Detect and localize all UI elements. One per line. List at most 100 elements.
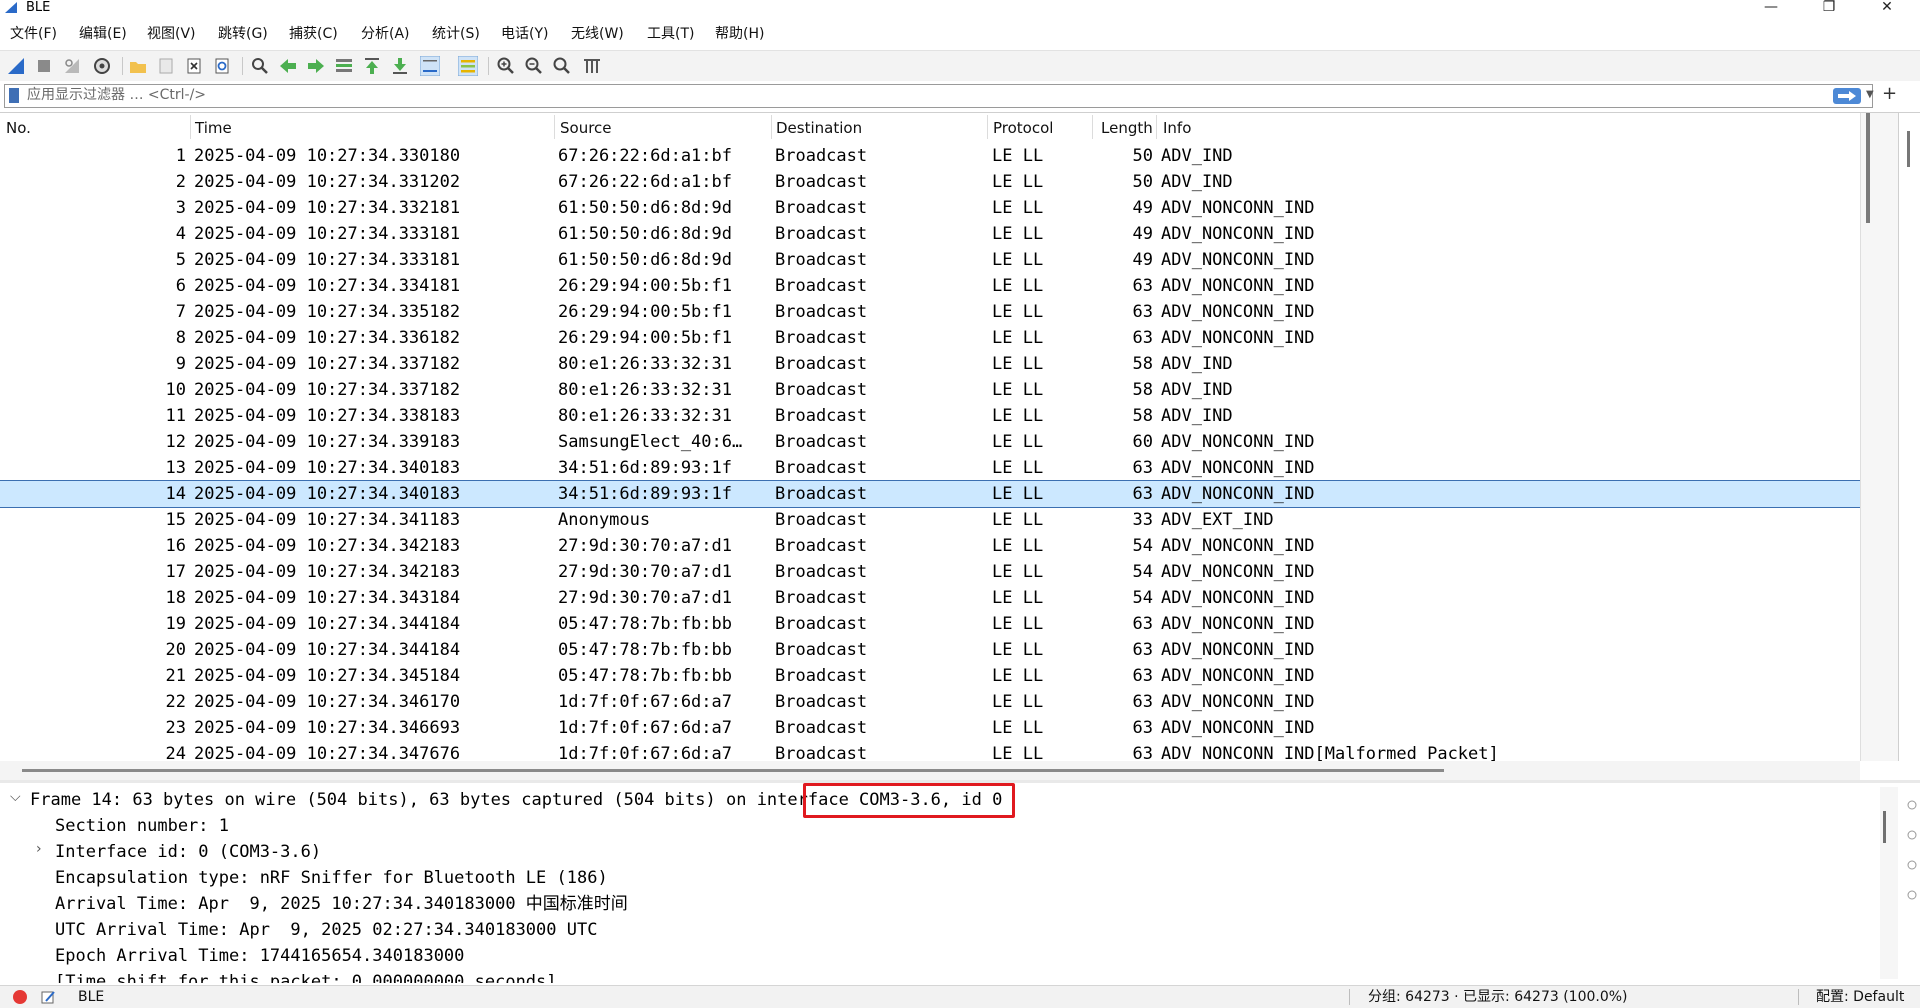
table-row[interactable]: 13 2025-04-09 10:27:34.340183 34:51:6d:89:…: [0, 455, 1860, 481]
go-forward-icon[interactable]: [306, 56, 326, 76]
table-row[interactable]: 8 2025-04-09 10:27:34.336182 26:29:94:00:5…: [0, 325, 1860, 351]
col-header-destination[interactable]: Destination: [776, 119, 862, 137]
save-file-icon[interactable]: [156, 56, 176, 76]
restore-icon[interactable]: ❐: [1806, 0, 1852, 16]
col-header-protocol[interactable]: Protocol: [993, 119, 1053, 137]
detail-utc-arrival-time[interactable]: UTC Arrival Time: Apr 9, 2025 02:27:34.3…: [55, 917, 597, 943]
col-header-no[interactable]: No.: [6, 119, 31, 137]
cell-info: ADV_IND: [1161, 354, 1233, 374]
shark-fin-start-icon[interactable]: [6, 56, 26, 76]
zoom-in-icon[interactable]: [496, 56, 516, 76]
menu-edit[interactable]: 编辑(E): [79, 25, 127, 43]
menu-wireless[interactable]: 无线(W): [571, 25, 624, 43]
table-row[interactable]: 5 2025-04-09 10:27:34.333181 61:50:50:d6:8…: [0, 247, 1860, 273]
col-header-time[interactable]: Time: [195, 119, 232, 137]
stop-capture-icon[interactable]: [34, 56, 54, 76]
scrollbar-thumb[interactable]: [1866, 113, 1870, 223]
table-row[interactable]: 12 2025-04-09 10:27:34.339183 SamsungElect…: [0, 429, 1860, 455]
menu-capture[interactable]: 捕获(C): [289, 25, 338, 43]
menu-tools[interactable]: 工具(T): [647, 25, 694, 43]
cell-time: 2025-04-09 10:27:34.340183: [194, 484, 461, 504]
menu-go[interactable]: 跳转(G): [218, 25, 268, 43]
detail-arrival-time[interactable]: Arrival Time: Apr 9, 2025 10:27:34.34018…: [55, 891, 628, 917]
detail-time-shift[interactable]: [Time shift for this packet: 0.000000000…: [55, 969, 557, 983]
packet-minimap[interactable]: [1898, 113, 1920, 761]
table-row[interactable]: 7 2025-04-09 10:27:34.335182 26:29:94:00:5…: [0, 299, 1860, 325]
zoom-out-icon[interactable]: [524, 56, 544, 76]
col-header-length[interactable]: Length: [1101, 119, 1153, 137]
open-file-icon[interactable]: [128, 56, 148, 76]
status-profile[interactable]: 配置: Default: [1816, 989, 1904, 1005]
go-to-packet-icon[interactable]: [334, 56, 354, 76]
capture-options-icon[interactable]: [92, 56, 112, 76]
add-filter-button-icon[interactable]: +: [1882, 85, 1897, 103]
bookmark-icon[interactable]: [9, 88, 19, 103]
collapse-chevron-icon[interactable]: ⌵: [10, 789, 21, 805]
table-row[interactable]: 6 2025-04-09 10:27:34.334181 26:29:94:00:5…: [0, 273, 1860, 299]
display-filter-input[interactable]: [27, 85, 1807, 105]
cell-source: 26:29:94:00:5b:f1: [558, 276, 732, 296]
menu-view[interactable]: 视图(V): [147, 25, 196, 43]
close-icon[interactable]: ✕: [1864, 0, 1910, 16]
table-row[interactable]: 4 2025-04-09 10:27:34.333181 61:50:50:d6:8…: [0, 221, 1860, 247]
table-row[interactable]: 22 2025-04-09 10:27:34.346170 1d:7f:0f:67:…: [0, 689, 1860, 715]
table-row[interactable]: 18 2025-04-09 10:27:34.343184 27:9d:30:70:…: [0, 585, 1860, 611]
table-row[interactable]: 23 2025-04-09 10:27:34.346693 1d:7f:0f:67:…: [0, 715, 1860, 741]
table-row[interactable]: 16 2025-04-09 10:27:34.342183 27:9d:30:70:…: [0, 533, 1860, 559]
last-packet-icon[interactable]: [390, 56, 410, 76]
table-row[interactable]: 10 2025-04-09 10:27:34.337182 80:e1:26:33:…: [0, 377, 1860, 403]
cell-info: ADV_NONCONN_IND: [1161, 302, 1315, 322]
reload-icon[interactable]: [212, 56, 232, 76]
menu-telephony[interactable]: 电话(Y): [501, 25, 548, 43]
cell-info: ADV_NONCONN_IND: [1161, 640, 1315, 660]
details-vertical-scrollbar[interactable]: [1880, 787, 1898, 979]
table-row[interactable]: 15 2025-04-09 10:27:34.341183 Anonymous Bro…: [0, 507, 1860, 533]
cell-destination: Broadcast: [775, 406, 868, 426]
detail-interface-id[interactable]: Interface id: 0 (COM3-3.6): [55, 839, 321, 865]
detail-epoch-arrival-time[interactable]: Epoch Arrival Time: 1744165654.340183000: [55, 943, 464, 969]
packet-list-horizontal-scrollbar[interactable]: [0, 761, 1860, 781]
main-toolbar: [0, 50, 1920, 81]
cell-info: ADV_NONCONN_IND: [1161, 666, 1315, 686]
resize-columns-icon[interactable]: [582, 56, 602, 76]
cell-no: 4: [175, 224, 186, 244]
menu-analyze[interactable]: 分析(A): [361, 25, 410, 43]
restart-capture-icon[interactable]: [62, 56, 82, 76]
table-row[interactable]: 20 2025-04-09 10:27:34.344184 05:47:78:7b:…: [0, 637, 1860, 663]
colorize-icon[interactable]: [458, 56, 478, 76]
cell-destination: Broadcast: [775, 224, 868, 244]
expert-info-icon[interactable]: [12, 989, 28, 1005]
first-packet-icon[interactable]: [362, 56, 382, 76]
col-header-source[interactable]: Source: [560, 119, 612, 137]
table-row[interactable]: 3 2025-04-09 10:27:34.332181 61:50:50:d6:8…: [0, 195, 1860, 221]
cell-source: 27:9d:30:70:a7:d1: [558, 562, 732, 582]
capture-comment-icon[interactable]: [40, 989, 56, 1005]
apply-filter-arrow-icon[interactable]: [1833, 88, 1861, 104]
table-row[interactable]: 14 2025-04-09 10:27:34.340183 34:51:6d:89:…: [0, 480, 1860, 508]
zoom-normal-icon[interactable]: [552, 56, 572, 76]
menu-statistics[interactable]: 统计(S): [432, 25, 480, 43]
go-back-icon[interactable]: [278, 56, 298, 76]
table-row[interactable]: 17 2025-04-09 10:27:34.342183 27:9d:30:70:…: [0, 559, 1860, 585]
table-row[interactable]: 11 2025-04-09 10:27:34.338183 80:e1:26:33:…: [0, 403, 1860, 429]
find-packet-icon[interactable]: [250, 56, 270, 76]
cell-protocol: LE LL: [992, 302, 1044, 322]
menu-help[interactable]: 帮助(H): [715, 25, 764, 43]
expand-chevron-icon[interactable]: ›: [36, 841, 42, 857]
minimize-icon[interactable]: —: [1748, 0, 1794, 16]
close-file-icon[interactable]: [184, 56, 204, 76]
table-row[interactable]: 19 2025-04-09 10:27:34.344184 05:47:78:7b:…: [0, 611, 1860, 637]
table-row[interactable]: 2 2025-04-09 10:27:34.331202 67:26:22:6d:a…: [0, 169, 1860, 195]
cell-time: 2025-04-09 10:27:34.335182: [194, 302, 461, 322]
detail-section-number[interactable]: Section number: 1: [55, 813, 229, 839]
filter-history-dropdown-icon[interactable]: ▼: [1866, 89, 1874, 100]
col-header-info[interactable]: Info: [1163, 119, 1191, 137]
autoscroll-icon[interactable]: [420, 56, 440, 76]
table-row[interactable]: 21 2025-04-09 10:27:34.345184 05:47:78:7b:…: [0, 663, 1860, 689]
menu-file[interactable]: 文件(F): [10, 25, 57, 43]
packet-list-vertical-scrollbar[interactable]: [1860, 113, 1899, 761]
cell-destination: Broadcast: [775, 146, 868, 166]
detail-encapsulation[interactable]: Encapsulation type: nRF Sniffer for Blue…: [55, 865, 608, 891]
table-row[interactable]: 1 2025-04-09 10:27:34.330180 67:26:22:6d:a…: [0, 143, 1860, 169]
table-row[interactable]: 9 2025-04-09 10:27:34.337182 80:e1:26:33:3…: [0, 351, 1860, 377]
